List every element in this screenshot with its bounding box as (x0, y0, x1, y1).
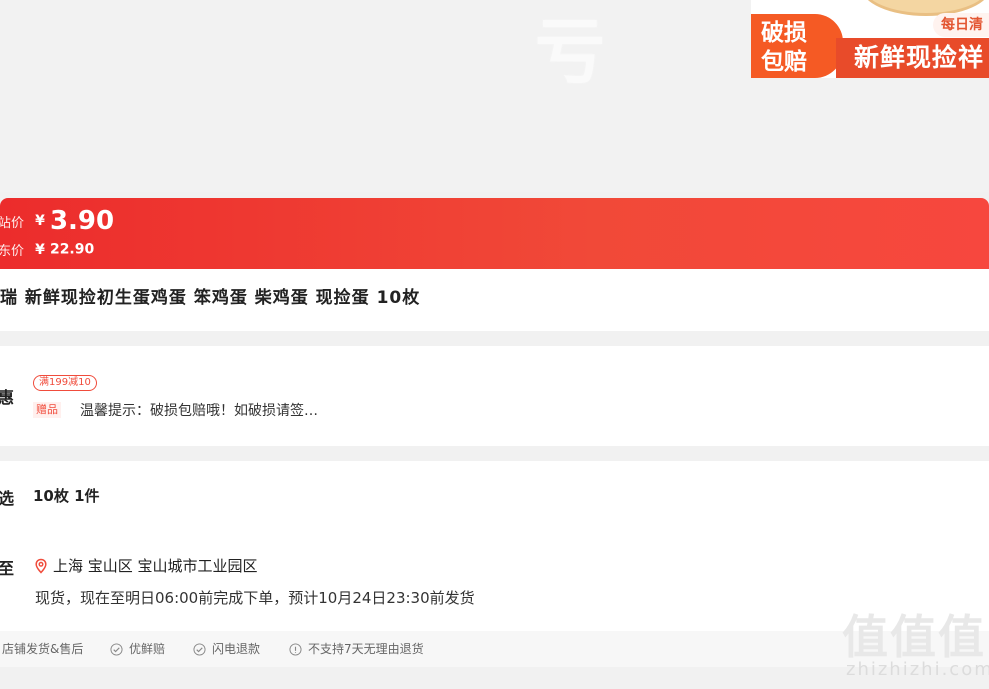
delivery-label: 至 (0, 559, 15, 578)
selected-spec[interactable]: 10枚 1件 (33, 485, 100, 506)
gift-text: 温馨提示：破损包赔哦！如破损请签… (80, 403, 318, 419)
promotion-card[interactable]: 惠 满199减10 赠品 温馨提示：破损包赔哦！如破损请签… (0, 346, 989, 446)
service-item: 不支持7天无理由退货 (289, 631, 424, 667)
service-label: 优鲜赔 (129, 642, 166, 656)
watermark-url: zhizhizhi.com (846, 659, 989, 680)
banner-badge: 破损 包赔 (751, 14, 843, 78)
location-pin-icon (35, 558, 47, 574)
check-circle-icon (110, 642, 123, 656)
current-price-row: 站价 ¥ 3.90 (0, 206, 114, 236)
currency-symbol-2: ¥ (35, 241, 45, 258)
title-card: 瑞 新鲜现捡初生蛋鸡蛋 笨鸡蛋 柴鸡蛋 现捡蛋 10枚 (0, 269, 989, 331)
original-price-label: 东价 (0, 244, 25, 259)
product-title: 瑞 新鲜现捡初生蛋鸡蛋 笨鸡蛋 柴鸡蛋 现捡蛋 10枚 (0, 288, 421, 308)
address-row[interactable]: 上海 宝山区 宝山城市工业园区 (33, 555, 258, 576)
service-label: 店铺发货&售后 (2, 642, 84, 656)
service-label: 不支持7天无理由退货 (308, 642, 424, 656)
watermark: 值值值 zhizhizhi.com (838, 601, 989, 689)
currency-symbol: ¥ (35, 213, 45, 229)
coupon-tag[interactable]: 满199减10 (33, 375, 97, 391)
gift-tag: 赠品 (33, 402, 61, 418)
price-bar: 站价 ¥ 3.90 东价 ¥ 22.90 (0, 198, 989, 269)
selection-label: 选 (0, 489, 15, 508)
product-page: 亏 破损 包赔 每日清 新鲜现捡祥 站价 ¥ 3.90 东价 ¥ 22.90 瑞… (0, 0, 989, 689)
current-price: 3.90 (49, 206, 115, 236)
service-label: 闪电退款 (212, 642, 261, 656)
badge-line-1: 破损 (761, 20, 807, 46)
banner-daily: 每日清 (933, 13, 989, 37)
service-item: 闪电退款 (193, 631, 260, 667)
promotion-label: 惠 (0, 388, 15, 407)
service-item: 优鲜赔 (110, 631, 165, 667)
info-circle-icon (289, 642, 302, 656)
check-circle-icon (193, 642, 206, 656)
promo-banner[interactable]: 破损 包赔 每日清 新鲜现捡祥 (751, 0, 989, 78)
product-image-area: 亏 破损 包赔 每日清 新鲜现捡祥 (0, 0, 989, 192)
original-price: 22.90 (49, 241, 95, 258)
service-item: 店铺发货&售后 (2, 631, 83, 667)
banner-name: 新鲜现捡祥 (836, 38, 989, 78)
watermark-glyphs: 值值值 (842, 610, 986, 664)
delivery-address: 上海 宝山区 宝山城市工业园区 (53, 557, 258, 575)
badge-line-2: 包赔 (761, 49, 807, 75)
current-price-label: 站价 (0, 215, 25, 231)
stock-info: 现货，现在至明日06:00前完成下单，预计10月24日23:30前发货 (35, 589, 475, 607)
background-logo: 亏 (535, 11, 605, 93)
original-price-row: 东价 ¥ 22.90 (0, 239, 95, 260)
